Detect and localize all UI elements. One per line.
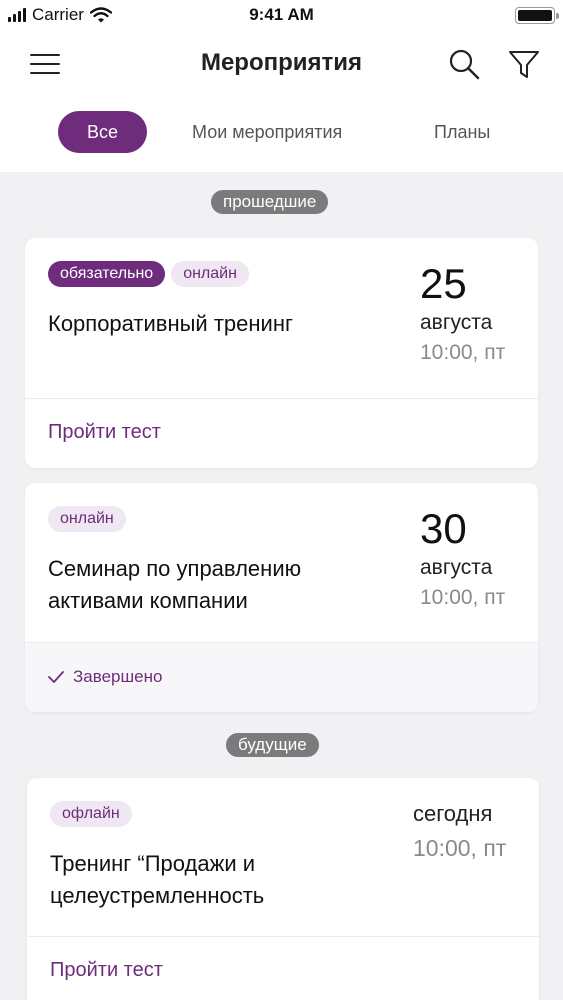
event-time: 10:00, пт (420, 586, 506, 609)
section-label-future: будущие (226, 733, 319, 757)
event-tags: онлайн (48, 506, 126, 532)
event-title: Семинар по управлению активами компании (48, 556, 302, 613)
battery-icon (515, 7, 559, 24)
event-card[interactable]: онлайн Семинар по управлению активами ко… (25, 483, 538, 712)
event-time: 10:00, пт (420, 341, 506, 364)
tab-all[interactable]: Все (58, 111, 147, 153)
event-card[interactable]: офлайн Тренинг “Продажи и целеустремленн… (27, 778, 539, 1000)
take-test-link[interactable]: Пройти тест (48, 421, 161, 444)
event-title: Корпоративный тренинг (48, 311, 293, 336)
event-date: 30 августа 10:00, пт (420, 505, 530, 613)
tag-online: онлайн (48, 506, 126, 532)
event-date: сегодня 10:00, пт (413, 798, 523, 866)
status-time: 9:41 AM (249, 5, 314, 24)
card-footer: Пройти тест (27, 936, 539, 1000)
completed-status: Завершено (47, 667, 162, 687)
event-day: 25 (420, 260, 467, 307)
top-bar: Carrier 9:41 AM Мероприятия Все Мои меро… (0, 0, 563, 172)
event-day: 30 (420, 505, 467, 552)
event-month: августа (420, 311, 493, 334)
tag-offline: офлайн (50, 801, 132, 827)
event-date: 25 августа 10:00, пт (420, 260, 530, 368)
event-day-label: сегодня (413, 801, 493, 826)
tab-my-events[interactable]: Мои мероприятия (192, 111, 342, 153)
check-icon (48, 671, 64, 683)
tag-required: обязательно (48, 261, 166, 287)
event-time: 10:00, пт (413, 835, 507, 861)
take-test-link[interactable]: Пройти тест (50, 959, 163, 982)
tab-plans[interactable]: Планы (434, 111, 490, 153)
tag-online: онлайн (171, 261, 249, 287)
event-tags: обязательно онлайн (48, 261, 249, 287)
event-tags: офлайн (50, 801, 132, 827)
event-card[interactable]: обязательно онлайн Корпоративный тренинг… (25, 238, 538, 468)
filter-icon[interactable] (507, 47, 541, 81)
event-title: Тренинг “Продажи и целеустремленность (50, 851, 265, 908)
section-label-past: прошедшие (211, 190, 329, 214)
card-footer: Завершено (25, 642, 538, 712)
search-icon[interactable] (447, 47, 481, 81)
completed-label: Завершено (73, 667, 163, 686)
event-month: августа (420, 556, 493, 579)
card-footer: Пройти тест (25, 398, 538, 468)
